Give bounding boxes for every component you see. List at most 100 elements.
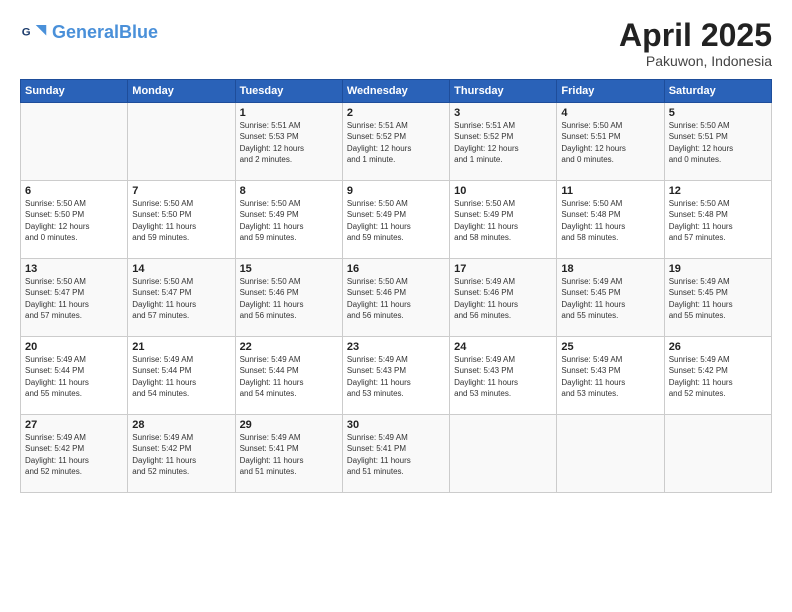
calendar-cell: 13Sunrise: 5:50 AM Sunset: 5:47 PM Dayli… bbox=[21, 259, 128, 337]
month-year-title: April 2025 bbox=[619, 18, 772, 53]
svg-text:G: G bbox=[22, 27, 31, 39]
calendar-cell: 7Sunrise: 5:50 AM Sunset: 5:50 PM Daylig… bbox=[128, 181, 235, 259]
day-number: 22 bbox=[240, 341, 338, 353]
calendar-cell: 18Sunrise: 5:49 AM Sunset: 5:45 PM Dayli… bbox=[557, 259, 664, 337]
calendar-cell bbox=[664, 415, 771, 493]
calendar-cell bbox=[21, 103, 128, 181]
day-info: Sunrise: 5:50 AM Sunset: 5:50 PM Dayligh… bbox=[25, 198, 123, 243]
day-info: Sunrise: 5:50 AM Sunset: 5:49 PM Dayligh… bbox=[240, 198, 338, 243]
calendar-cell: 19Sunrise: 5:49 AM Sunset: 5:45 PM Dayli… bbox=[664, 259, 771, 337]
logo-icon: G bbox=[20, 18, 48, 46]
day-info: Sunrise: 5:50 AM Sunset: 5:47 PM Dayligh… bbox=[132, 276, 230, 321]
calendar-cell: 6Sunrise: 5:50 AM Sunset: 5:50 PM Daylig… bbox=[21, 181, 128, 259]
logo-general: General bbox=[52, 22, 119, 42]
calendar-cell bbox=[450, 415, 557, 493]
day-number: 27 bbox=[25, 419, 123, 431]
day-number: 18 bbox=[561, 263, 659, 275]
day-number: 7 bbox=[132, 185, 230, 197]
day-number: 1 bbox=[240, 107, 338, 119]
day-info: Sunrise: 5:49 AM Sunset: 5:42 PM Dayligh… bbox=[669, 354, 767, 399]
day-info: Sunrise: 5:49 AM Sunset: 5:44 PM Dayligh… bbox=[240, 354, 338, 399]
calendar-cell: 5Sunrise: 5:50 AM Sunset: 5:51 PM Daylig… bbox=[664, 103, 771, 181]
day-number: 25 bbox=[561, 341, 659, 353]
day-number: 29 bbox=[240, 419, 338, 431]
day-number: 21 bbox=[132, 341, 230, 353]
logo-text: GeneralBlue bbox=[52, 23, 158, 41]
calendar-cell bbox=[557, 415, 664, 493]
day-number: 3 bbox=[454, 107, 552, 119]
day-number: 9 bbox=[347, 185, 445, 197]
day-info: Sunrise: 5:50 AM Sunset: 5:48 PM Dayligh… bbox=[561, 198, 659, 243]
calendar-page: G GeneralBlue April 2025 Pakuwon, Indone… bbox=[0, 0, 792, 612]
day-info: Sunrise: 5:49 AM Sunset: 5:41 PM Dayligh… bbox=[240, 432, 338, 477]
calendar-cell: 24Sunrise: 5:49 AM Sunset: 5:43 PM Dayli… bbox=[450, 337, 557, 415]
calendar-week-row: 20Sunrise: 5:49 AM Sunset: 5:44 PM Dayli… bbox=[21, 337, 772, 415]
day-info: Sunrise: 5:49 AM Sunset: 5:45 PM Dayligh… bbox=[561, 276, 659, 321]
day-number: 2 bbox=[347, 107, 445, 119]
calendar-cell: 22Sunrise: 5:49 AM Sunset: 5:44 PM Dayli… bbox=[235, 337, 342, 415]
calendar-cell: 25Sunrise: 5:49 AM Sunset: 5:43 PM Dayli… bbox=[557, 337, 664, 415]
day-info: Sunrise: 5:49 AM Sunset: 5:44 PM Dayligh… bbox=[132, 354, 230, 399]
day-info: Sunrise: 5:50 AM Sunset: 5:50 PM Dayligh… bbox=[132, 198, 230, 243]
calendar-week-row: 1Sunrise: 5:51 AM Sunset: 5:53 PM Daylig… bbox=[21, 103, 772, 181]
day-info: Sunrise: 5:50 AM Sunset: 5:51 PM Dayligh… bbox=[561, 120, 659, 165]
day-number: 10 bbox=[454, 185, 552, 197]
day-number: 5 bbox=[669, 107, 767, 119]
calendar-cell: 9Sunrise: 5:50 AM Sunset: 5:49 PM Daylig… bbox=[342, 181, 449, 259]
day-info: Sunrise: 5:51 AM Sunset: 5:52 PM Dayligh… bbox=[347, 120, 445, 165]
calendar-cell bbox=[128, 103, 235, 181]
day-info: Sunrise: 5:49 AM Sunset: 5:42 PM Dayligh… bbox=[25, 432, 123, 477]
calendar-cell: 26Sunrise: 5:49 AM Sunset: 5:42 PM Dayli… bbox=[664, 337, 771, 415]
header-friday: Friday bbox=[557, 80, 664, 103]
logo-blue: Blue bbox=[119, 22, 158, 42]
day-info: Sunrise: 5:49 AM Sunset: 5:42 PM Dayligh… bbox=[132, 432, 230, 477]
header-sunday: Sunday bbox=[21, 80, 128, 103]
title-block: April 2025 Pakuwon, Indonesia bbox=[619, 18, 772, 69]
calendar-cell: 3Sunrise: 5:51 AM Sunset: 5:52 PM Daylig… bbox=[450, 103, 557, 181]
calendar-cell: 17Sunrise: 5:49 AM Sunset: 5:46 PM Dayli… bbox=[450, 259, 557, 337]
calendar-cell: 11Sunrise: 5:50 AM Sunset: 5:48 PM Dayli… bbox=[557, 181, 664, 259]
day-number: 8 bbox=[240, 185, 338, 197]
day-info: Sunrise: 5:50 AM Sunset: 5:48 PM Dayligh… bbox=[669, 198, 767, 243]
header-monday: Monday bbox=[128, 80, 235, 103]
day-info: Sunrise: 5:49 AM Sunset: 5:41 PM Dayligh… bbox=[347, 432, 445, 477]
header-thursday: Thursday bbox=[450, 80, 557, 103]
calendar-cell: 30Sunrise: 5:49 AM Sunset: 5:41 PM Dayli… bbox=[342, 415, 449, 493]
day-info: Sunrise: 5:51 AM Sunset: 5:53 PM Dayligh… bbox=[240, 120, 338, 165]
calendar-cell: 10Sunrise: 5:50 AM Sunset: 5:49 PM Dayli… bbox=[450, 181, 557, 259]
calendar-cell: 15Sunrise: 5:50 AM Sunset: 5:46 PM Dayli… bbox=[235, 259, 342, 337]
day-info: Sunrise: 5:50 AM Sunset: 5:49 PM Dayligh… bbox=[347, 198, 445, 243]
day-number: 6 bbox=[25, 185, 123, 197]
day-number: 26 bbox=[669, 341, 767, 353]
day-info: Sunrise: 5:50 AM Sunset: 5:46 PM Dayligh… bbox=[347, 276, 445, 321]
calendar-cell: 21Sunrise: 5:49 AM Sunset: 5:44 PM Dayli… bbox=[128, 337, 235, 415]
day-number: 14 bbox=[132, 263, 230, 275]
calendar-cell: 23Sunrise: 5:49 AM Sunset: 5:43 PM Dayli… bbox=[342, 337, 449, 415]
calendar-cell: 20Sunrise: 5:49 AM Sunset: 5:44 PM Dayli… bbox=[21, 337, 128, 415]
calendar-cell: 4Sunrise: 5:50 AM Sunset: 5:51 PM Daylig… bbox=[557, 103, 664, 181]
header-tuesday: Tuesday bbox=[235, 80, 342, 103]
calendar-cell: 1Sunrise: 5:51 AM Sunset: 5:53 PM Daylig… bbox=[235, 103, 342, 181]
calendar-table: Sunday Monday Tuesday Wednesday Thursday… bbox=[20, 79, 772, 493]
day-number: 16 bbox=[347, 263, 445, 275]
day-info: Sunrise: 5:49 AM Sunset: 5:43 PM Dayligh… bbox=[347, 354, 445, 399]
day-info: Sunrise: 5:49 AM Sunset: 5:46 PM Dayligh… bbox=[454, 276, 552, 321]
day-number: 28 bbox=[132, 419, 230, 431]
day-info: Sunrise: 5:50 AM Sunset: 5:46 PM Dayligh… bbox=[240, 276, 338, 321]
day-number: 19 bbox=[669, 263, 767, 275]
calendar-week-row: 6Sunrise: 5:50 AM Sunset: 5:50 PM Daylig… bbox=[21, 181, 772, 259]
calendar-cell: 27Sunrise: 5:49 AM Sunset: 5:42 PM Dayli… bbox=[21, 415, 128, 493]
day-number: 15 bbox=[240, 263, 338, 275]
calendar-cell: 12Sunrise: 5:50 AM Sunset: 5:48 PM Dayli… bbox=[664, 181, 771, 259]
day-info: Sunrise: 5:50 AM Sunset: 5:49 PM Dayligh… bbox=[454, 198, 552, 243]
header-saturday: Saturday bbox=[664, 80, 771, 103]
day-number: 11 bbox=[561, 185, 659, 197]
day-info: Sunrise: 5:49 AM Sunset: 5:45 PM Dayligh… bbox=[669, 276, 767, 321]
calendar-cell: 28Sunrise: 5:49 AM Sunset: 5:42 PM Dayli… bbox=[128, 415, 235, 493]
day-info: Sunrise: 5:49 AM Sunset: 5:44 PM Dayligh… bbox=[25, 354, 123, 399]
day-number: 23 bbox=[347, 341, 445, 353]
location-subtitle: Pakuwon, Indonesia bbox=[619, 53, 772, 69]
day-number: 13 bbox=[25, 263, 123, 275]
calendar-cell: 14Sunrise: 5:50 AM Sunset: 5:47 PM Dayli… bbox=[128, 259, 235, 337]
day-info: Sunrise: 5:51 AM Sunset: 5:52 PM Dayligh… bbox=[454, 120, 552, 165]
